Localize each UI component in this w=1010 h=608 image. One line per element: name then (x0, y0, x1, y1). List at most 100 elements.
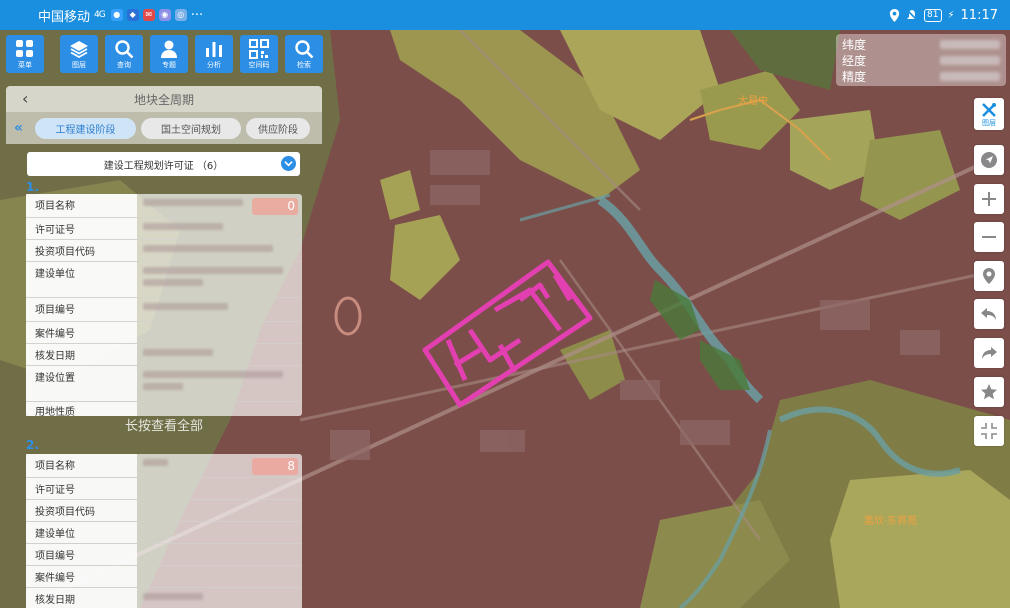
star-icon (981, 384, 997, 400)
table-row: 建设单位 (26, 262, 302, 298)
layer-toggle-button[interactable]: 图层 (974, 98, 1004, 130)
status-badge: 8 (252, 458, 298, 475)
table-row: 许可证号 (26, 478, 302, 500)
field-label: 许可证号 (26, 218, 137, 239)
field-label: 投资项目代码 (26, 240, 137, 261)
longitude-label: 经度 (842, 53, 867, 68)
mute-icon (906, 9, 918, 21)
menu-label: 菜单 (18, 61, 32, 69)
longitude-value-redacted (940, 55, 1000, 65)
app-notify-icon: ● (110, 9, 123, 21)
charging-icon: ⚡ (947, 9, 955, 21)
top-toolbar: 菜单 图层 查询 专题 分析 空间码 检索 (6, 35, 323, 73)
layer-toggle-label: 图层 (982, 119, 996, 127)
layer-tools-icon (982, 103, 996, 117)
redo-button[interactable] (974, 338, 1004, 368)
favorite-button[interactable] (974, 377, 1004, 407)
field-label: 案件编号 (26, 322, 137, 343)
field-label: 核发日期 (26, 344, 137, 365)
table-row: 建设单位 (26, 522, 302, 544)
undo-icon (981, 308, 996, 320)
carrier-label: 中国移动 (38, 9, 91, 25)
accuracy-label: 精度 (842, 69, 867, 84)
table-row: 核发日期 (26, 344, 302, 366)
record-card[interactable]: 项目名称 0 许可证号 投资项目代码 建设单位 项目编号 案件编号 核发日期 建 (26, 194, 302, 416)
retrieve-button[interactable]: 检索 (285, 35, 323, 73)
chevron-down-icon (281, 156, 296, 171)
layers-button[interactable]: 图层 (60, 35, 98, 73)
field-label: 项目名称 (26, 194, 137, 217)
layers-label: 图层 (72, 61, 86, 69)
field-label: 用地性质 (26, 402, 137, 416)
space-code-button[interactable]: 空间码 (240, 35, 278, 73)
coordinates-panel: 纬度 经度 精度 (836, 34, 1006, 86)
theme-button[interactable]: 专题 (150, 35, 188, 73)
status-bar: 中国移动 4G ● ◆ ✉ ◉ ◎ ··· 81 ⚡ 11:17 (0, 0, 1010, 30)
query-button[interactable]: 查询 (105, 35, 143, 73)
query-label: 查询 (117, 61, 131, 69)
double-left-chevron-icon[interactable]: « (14, 120, 30, 136)
table-row: 建设位置 (26, 366, 302, 402)
table-row: 核发日期 (26, 588, 302, 608)
field-label: 建设单位 (26, 522, 137, 543)
permit-type-select[interactable]: 建设工程规划许可证 （6） (27, 152, 300, 176)
location-icon (889, 8, 900, 22)
zoom-out-button[interactable] (974, 222, 1004, 252)
exit-fullscreen-button[interactable] (974, 416, 1004, 446)
collapse-icon (981, 423, 997, 439)
record-card[interactable]: 项目名称 8 许可证号 投资项目代码 建设单位 项目编号 案件编号 核发日期 (26, 454, 302, 608)
location-notify-icon: ◆ (126, 9, 139, 21)
more-notifications: ··· (190, 7, 204, 23)
locate-button[interactable] (974, 145, 1004, 175)
field-label: 许可证号 (26, 478, 137, 499)
field-label: 项目名称 (26, 454, 137, 477)
chat-notify-icon: ◉ (158, 9, 171, 21)
permit-type-value: 建设工程规划许可证 （6） (103, 160, 224, 172)
signal-indicator: 4G (94, 10, 106, 20)
tab-construction-stage[interactable]: 工程建设阶段 (35, 117, 136, 139)
menu-button[interactable]: 菜单 (6, 35, 44, 73)
panel-title: 地块全周期 (133, 92, 194, 107)
undo-button[interactable] (974, 299, 1004, 329)
menu-grid-icon (16, 40, 33, 57)
redo-icon (982, 347, 997, 359)
search-icon (115, 40, 134, 59)
analysis-label: 分析 (207, 61, 221, 69)
navigation-arrow-icon (981, 152, 997, 168)
parcel-lifecycle-panel: ‹ 地块全周期 « 工程建设阶段 国土空间规划 供应阶段 建设工程规划许可证 （… (6, 86, 322, 608)
space-code-label: 空间码 (248, 61, 270, 69)
tab-supply-stage[interactable]: 供应阶段 (246, 117, 310, 139)
table-row: 项目编号 (26, 544, 302, 566)
field-label: 建设位置 (26, 366, 137, 401)
plus-icon (982, 192, 996, 206)
table-row: 项目名称 0 (26, 194, 302, 218)
table-row: 投资项目代码 (26, 500, 302, 522)
map-label-a: 大易中 (738, 94, 768, 107)
search-icon (295, 40, 314, 59)
map-label-b: 嘉欣·东昇苑 (864, 514, 917, 527)
clock: 11:17 (960, 7, 998, 23)
table-row: 用地性质 (26, 402, 302, 416)
qr-code-icon (249, 39, 269, 59)
long-press-hint: 长按查看全部 (124, 419, 203, 434)
table-row: 案件编号 (26, 322, 302, 344)
latitude-label: 纬度 (842, 37, 867, 52)
field-label: 项目编号 (26, 544, 137, 565)
tab-spatial-planning[interactable]: 国土空间规划 (141, 117, 241, 139)
bar-chart-icon (206, 42, 222, 57)
back-arrow-icon[interactable]: ‹ (22, 89, 28, 108)
field-label: 项目编号 (26, 298, 137, 321)
record-number: 2. (26, 438, 39, 452)
accuracy-value-redacted (940, 71, 1000, 81)
table-row: 项目名称 8 (26, 454, 302, 478)
table-row: 案件编号 (26, 566, 302, 588)
field-label: 投资项目代码 (26, 500, 137, 521)
table-row: 许可证号 (26, 218, 302, 240)
map-pin-icon (983, 268, 995, 284)
marker-button[interactable] (974, 261, 1004, 291)
analysis-button[interactable]: 分析 (195, 35, 233, 73)
person-icon (161, 40, 177, 58)
zoom-in-button[interactable] (974, 184, 1004, 214)
latitude-value-redacted (940, 39, 1000, 49)
table-row: 投资项目代码 (26, 240, 302, 262)
